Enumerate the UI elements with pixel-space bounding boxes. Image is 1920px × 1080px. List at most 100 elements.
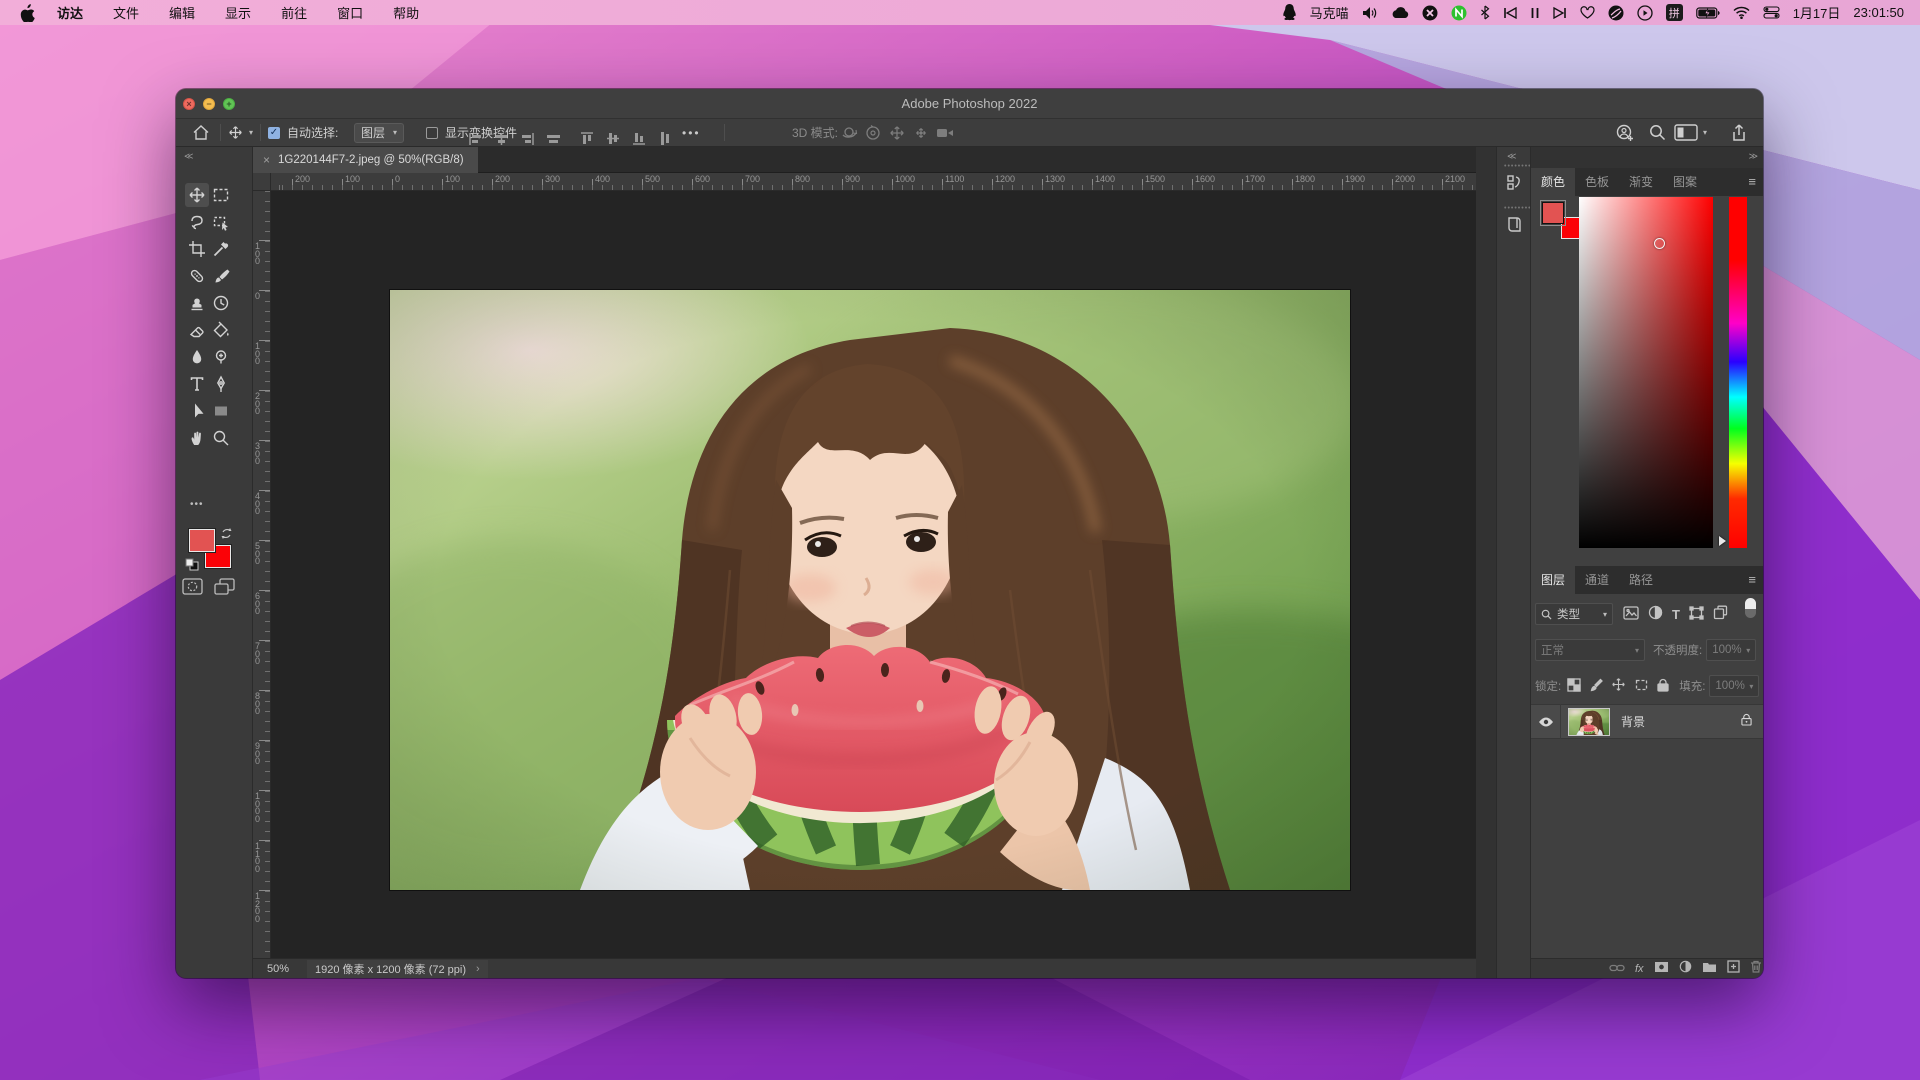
volume-icon[interactable] bbox=[1362, 6, 1378, 20]
layer-effects-icon[interactable]: fx bbox=[1635, 963, 1644, 975]
lock-transparency-icon[interactable] bbox=[1567, 678, 1581, 695]
auto-select-checkbox[interactable]: ✓ bbox=[268, 119, 280, 146]
filter-adjustment-layers-icon[interactable] bbox=[1648, 605, 1663, 623]
tab-layers[interactable]: 图层 bbox=[1531, 566, 1575, 594]
zoom-level[interactable]: 50% bbox=[267, 963, 307, 975]
panel-menu-icon[interactable]: ≡ bbox=[1748, 566, 1756, 594]
horizontal-ruler[interactable]: 2001000100200300400500600700800900100011… bbox=[253, 173, 1476, 191]
wifi-icon[interactable] bbox=[1733, 6, 1750, 19]
browser-icon[interactable] bbox=[1608, 5, 1624, 21]
auto-select-dropdown[interactable]: 图层▾ bbox=[354, 119, 404, 146]
menubar-date[interactable]: 1月17日 bbox=[1793, 3, 1841, 22]
expand-panels-icon[interactable]: ≪ bbox=[1507, 151, 1515, 162]
filter-type-layers-icon[interactable]: T bbox=[1672, 607, 1680, 622]
type-tool[interactable] bbox=[185, 372, 209, 396]
collapsed-libraries-panel-icon[interactable] bbox=[1501, 211, 1527, 237]
object-selection-tool[interactable] bbox=[209, 210, 233, 234]
tab-gradients[interactable]: 渐变 bbox=[1619, 168, 1663, 196]
layer-filter-dropdown[interactable]: 类型 ▾ bbox=[1535, 603, 1613, 625]
blur-tool[interactable] bbox=[185, 345, 209, 369]
collapse-panels-icon[interactable]: ≫ bbox=[1749, 151, 1757, 162]
delete-layer-icon[interactable] bbox=[1750, 960, 1762, 978]
tab-swatches[interactable]: 色板 bbox=[1575, 168, 1619, 196]
eraser-tool[interactable] bbox=[185, 318, 209, 342]
current-tool-indicator[interactable]: ▾ bbox=[228, 119, 253, 146]
pinyin-input-badge[interactable]: 拼 bbox=[1666, 4, 1683, 21]
link-layers-icon[interactable] bbox=[1609, 960, 1625, 978]
zoom-tool[interactable] bbox=[209, 426, 233, 450]
fill-value[interactable]: 100%▾ bbox=[1709, 675, 1759, 697]
home-icon[interactable] bbox=[190, 119, 212, 146]
menu-finder[interactable]: 访达 bbox=[57, 3, 83, 22]
spot-healing-brush-tool[interactable] bbox=[185, 264, 209, 288]
crop-tool[interactable] bbox=[185, 237, 209, 261]
control-center-icon[interactable] bbox=[1763, 6, 1780, 19]
share-user-icon[interactable] bbox=[1613, 119, 1635, 146]
layer-lock-icon[interactable] bbox=[1741, 713, 1752, 731]
rectangle-tool[interactable] bbox=[209, 399, 233, 423]
document-info[interactable]: 1920 像素 x 1200 像素 (72 ppi) › bbox=[307, 960, 488, 978]
collapsed-properties-panel-icon[interactable] bbox=[1501, 169, 1527, 195]
saturation-brightness-field[interactable] bbox=[1579, 197, 1713, 548]
menu-file[interactable]: 文件 bbox=[113, 3, 139, 22]
show-transform-checkbox[interactable] bbox=[426, 119, 438, 146]
filter-smart-objects-icon[interactable] bbox=[1713, 605, 1728, 623]
new-adjustment-layer-icon[interactable] bbox=[1679, 960, 1692, 978]
x-circle-icon[interactable] bbox=[1422, 5, 1438, 21]
move-tool[interactable] bbox=[185, 183, 209, 207]
brush-tool[interactable] bbox=[209, 264, 233, 288]
tab-color[interactable]: 颜色 bbox=[1531, 168, 1575, 196]
document-tab[interactable]: × 1G220144F7-2.jpeg @ 50%(RGB/8) bbox=[253, 147, 478, 173]
layer-visibility-eye-icon[interactable] bbox=[1531, 704, 1561, 739]
hand-tool[interactable] bbox=[185, 426, 209, 450]
qq-icon[interactable] bbox=[1282, 4, 1297, 21]
hue-slider[interactable] bbox=[1729, 197, 1747, 548]
pen-tool[interactable] bbox=[209, 372, 233, 396]
lasso-tool[interactable] bbox=[185, 210, 209, 234]
heart-icon[interactable] bbox=[1580, 6, 1595, 19]
clone-stamp-tool[interactable] bbox=[185, 291, 209, 315]
color-picker-ring[interactable] bbox=[1654, 238, 1665, 249]
play-circle-icon[interactable] bbox=[1637, 5, 1653, 21]
layer-row-background[interactable]: 背景 bbox=[1531, 704, 1763, 739]
filter-shape-layers-icon[interactable] bbox=[1689, 606, 1704, 623]
filter-pixel-layers-icon[interactable] bbox=[1623, 606, 1639, 623]
eyedropper-tool[interactable] bbox=[209, 237, 233, 261]
n-circle-icon[interactable] bbox=[1451, 5, 1467, 21]
lock-pixels-icon[interactable] bbox=[1589, 678, 1603, 695]
close-tab-icon[interactable]: × bbox=[263, 153, 270, 167]
canvas-image[interactable] bbox=[390, 290, 1350, 890]
panel-menu-icon[interactable]: ≡ bbox=[1748, 168, 1756, 196]
paint-bucket-tool[interactable] bbox=[209, 318, 233, 342]
layer-name[interactable]: 背景 bbox=[1621, 713, 1741, 730]
menubar-time[interactable]: 23:01:50 bbox=[1853, 5, 1904, 20]
layer-thumbnail[interactable] bbox=[1569, 709, 1609, 735]
new-group-icon[interactable] bbox=[1702, 960, 1717, 978]
rectangular-marquee-tool[interactable] bbox=[209, 183, 233, 207]
quick-mask-icon[interactable] bbox=[182, 578, 203, 600]
panel-foreground-swatch[interactable] bbox=[1542, 202, 1564, 224]
layer-filter-toggle[interactable] bbox=[1745, 598, 1756, 618]
hue-slider-marker[interactable] bbox=[1719, 536, 1726, 546]
menu-edit[interactable]: 编辑 bbox=[169, 3, 195, 22]
cloud-icon[interactable] bbox=[1391, 6, 1409, 19]
screen-mode-icon[interactable] bbox=[214, 578, 235, 600]
default-colors-icon[interactable] bbox=[185, 558, 199, 576]
blend-mode-dropdown[interactable]: 正常▾ bbox=[1535, 639, 1645, 661]
vertical-ruler[interactable]: 1 0 001 0 02 0 03 0 04 0 05 0 06 0 07 0 … bbox=[253, 191, 271, 958]
search-icon[interactable] bbox=[1646, 119, 1668, 146]
pause-icon[interactable] bbox=[1530, 7, 1540, 19]
menu-window[interactable]: 窗口 bbox=[337, 3, 363, 22]
workspace-switcher[interactable]: ▾ bbox=[1674, 119, 1707, 146]
lock-position-icon[interactable] bbox=[1611, 677, 1626, 695]
canvas-region[interactable]: 1 0 001 0 02 0 03 0 04 0 05 0 06 0 07 0 … bbox=[253, 191, 1476, 958]
edit-toolbar-icon[interactable]: ••• bbox=[190, 499, 204, 510]
path-selection-tool[interactable] bbox=[185, 399, 209, 423]
collapse-tools-icon[interactable]: ≪ bbox=[184, 151, 192, 162]
opacity-value[interactable]: 100%▾ bbox=[1706, 639, 1756, 661]
swap-colors-icon[interactable] bbox=[220, 527, 233, 545]
dodge-tool[interactable] bbox=[209, 345, 233, 369]
history-brush-tool[interactable] bbox=[209, 291, 233, 315]
previous-track-icon[interactable] bbox=[1503, 7, 1517, 19]
share-icon[interactable] bbox=[1728, 119, 1750, 146]
